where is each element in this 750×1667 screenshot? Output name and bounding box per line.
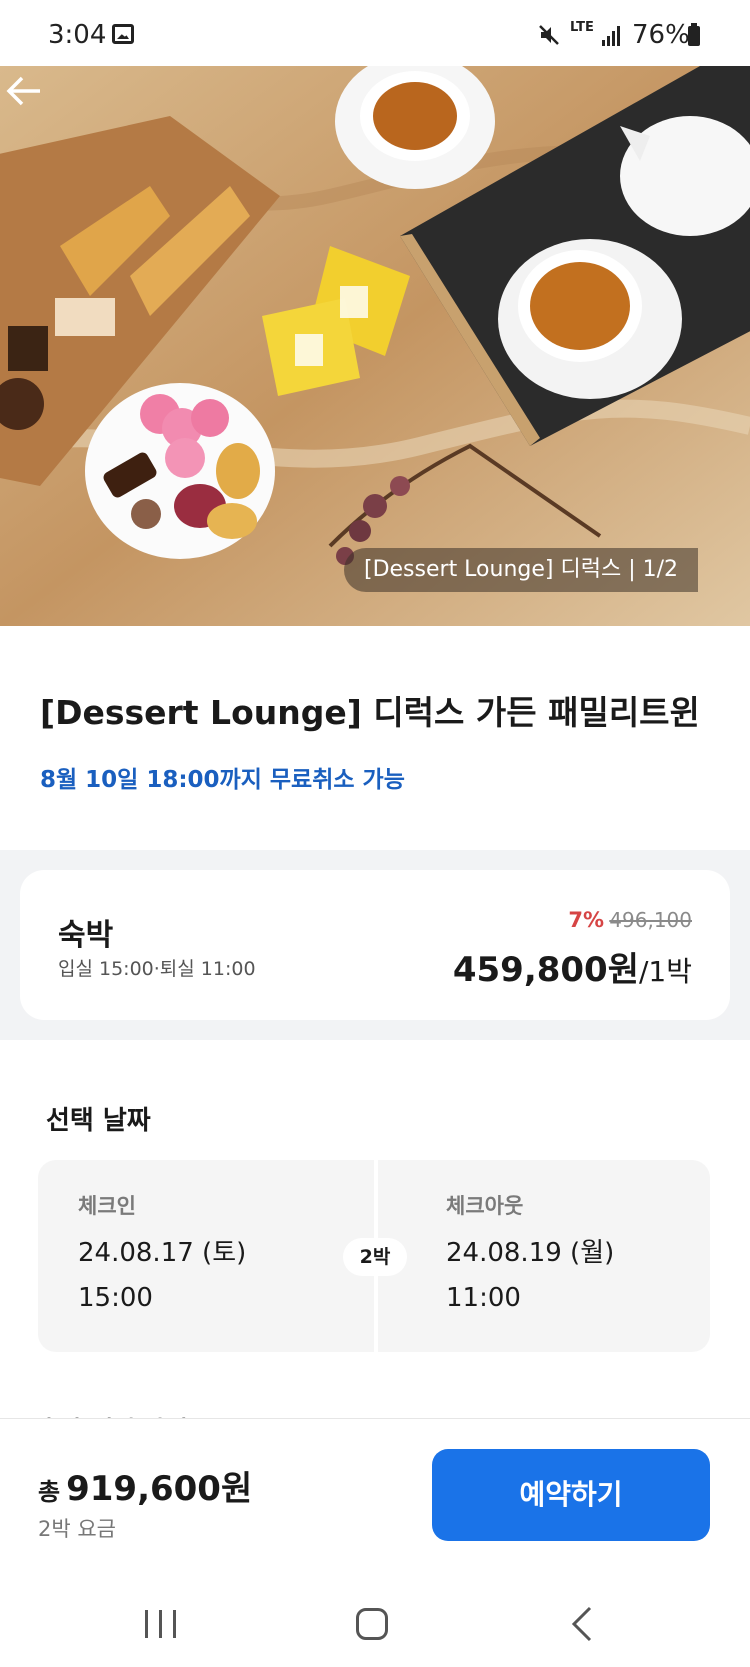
mute-icon — [539, 25, 559, 45]
image-caption: [Dessert Lounge] 디럭스 | 1/2 — [344, 548, 698, 592]
signal-icon — [602, 26, 620, 46]
checkin-time: 15:00 — [78, 1283, 153, 1313]
back-arrow-icon[interactable] — [0, 66, 50, 116]
checkout-column[interactable]: 체크아웃 24.08.19 (월) 11:00 — [446, 1190, 614, 1313]
checkout-date: 24.08.19 (월) — [446, 1238, 615, 1268]
nightly-price: 459,800원/1박 — [453, 942, 692, 991]
network-type: LTE — [570, 20, 594, 35]
home-icon[interactable] — [356, 1608, 388, 1640]
battery-icon — [688, 23, 700, 46]
total-amount: 919,600원 — [66, 1469, 253, 1509]
system-back-icon[interactable] — [570, 1606, 594, 1642]
status-time: 3:04 — [48, 20, 107, 50]
stay-price-card: 숙박 입실 15:00·퇴실 11:00 7% 496,100 459,800원… — [20, 870, 730, 1020]
checkin-column[interactable]: 체크인 24.08.17 (토) 15:00 — [78, 1190, 246, 1313]
free-cancel-note: 8월 10일 18:00까지 무료취소 가능 — [40, 767, 405, 793]
checkout-time: 11:00 — [446, 1283, 521, 1313]
checkout-label: 체크아웃 — [446, 1194, 524, 1218]
status-bar: 3:04 LTE 76% — [0, 0, 750, 66]
dessert-tea-photo — [0, 66, 750, 626]
total-price: 총 919,600원 — [38, 1461, 252, 1510]
original-price: 496,100 — [609, 908, 692, 932]
discount-rate: 7% — [568, 908, 604, 932]
reserve-button[interactable]: 예약하기 — [432, 1449, 710, 1541]
image-notification-icon — [112, 24, 134, 44]
booking-bar: 총 919,600원 2박 요금 예약하기 — [0, 1418, 750, 1558]
room-title: [Dessert Lounge] 디럭스 가든 패밀리트윈 — [40, 693, 700, 732]
total-note: 2박 요금 — [38, 1517, 116, 1541]
battery-level: 76% — [632, 20, 690, 50]
checkin-label: 체크인 — [78, 1194, 136, 1218]
price-amount: 459,800원 — [452, 950, 639, 990]
hero-image[interactable]: [Dessert Lounge] 디럭스 | 1/2 — [0, 66, 750, 626]
selected-dates-heading: 선택 날짜 — [46, 1106, 151, 1136]
recents-icon[interactable] — [145, 1610, 179, 1638]
checkin-checkout-hours: 입실 15:00·퇴실 11:00 — [58, 958, 256, 980]
total-prefix: 총 — [38, 1478, 61, 1506]
system-nav-bar — [0, 1558, 750, 1667]
date-selector[interactable]: 체크인 24.08.17 (토) 15:00 2박 체크아웃 24.08.19 … — [38, 1160, 710, 1352]
stay-label: 숙박 — [58, 918, 114, 953]
nights-badge: 2박 — [343, 1238, 407, 1276]
checkin-date: 24.08.17 (토) — [78, 1238, 247, 1268]
price-unit: /1박 — [638, 955, 692, 988]
